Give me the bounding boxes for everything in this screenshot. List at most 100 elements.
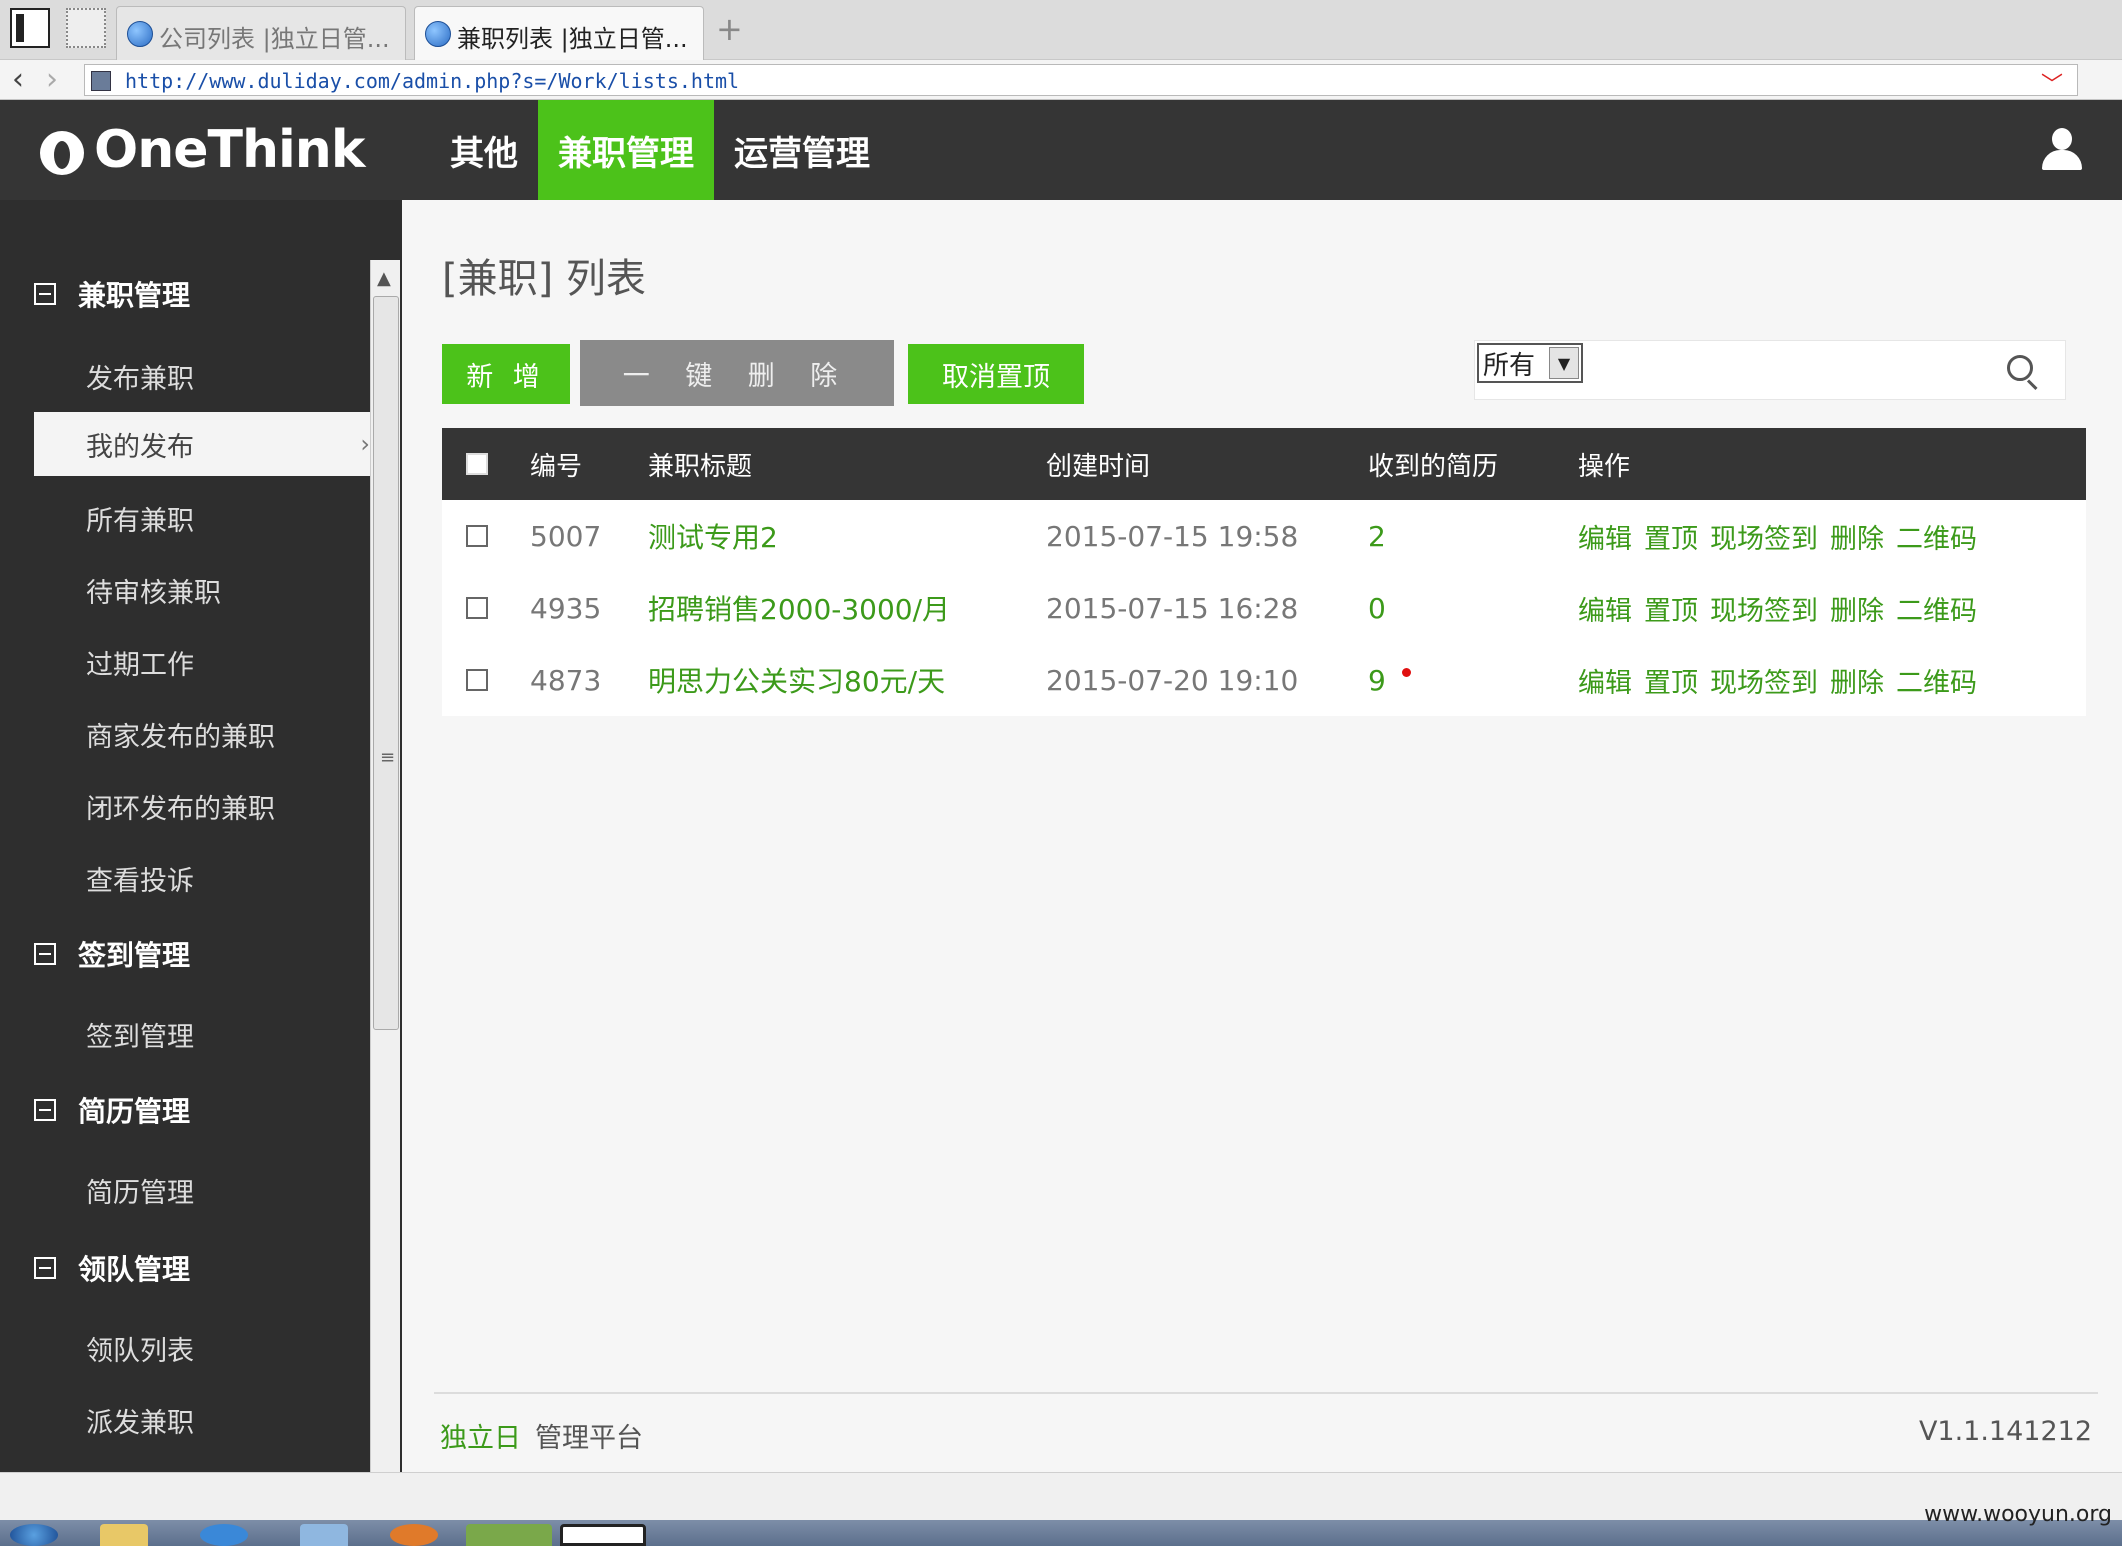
row-created: 2015-07-20 19:10 [1046,663,1299,697]
app-header: OneThink 其他 兼职管理 运营管理 [0,100,2122,200]
header-resumes: 收到的简历 [1368,451,1499,482]
sidebar-group-leader[interactable]: 领队管理 [34,1238,190,1298]
sidebar: 兼职管理 发布兼职 我的发布 › 所有兼职 待审核兼职 过期工作 商家发布的兼职… [0,200,402,1472]
delete-link[interactable]: 删除 [1830,589,1884,628]
row-actions: 编辑 置顶 现场签到 删除 二维码 [1578,644,1989,716]
row-resume-count[interactable]: 0 [1368,572,1386,644]
row-checkbox[interactable] [466,669,488,691]
back-arrow-icon[interactable]: ‹ [12,62,24,97]
pin-link[interactable]: 置顶 [1644,589,1698,628]
qrcode-link[interactable]: 二维码 [1896,589,1977,628]
row-resume-count[interactable]: 9 [1368,664,1386,697]
pin-link[interactable]: 置顶 [1644,517,1698,556]
address-bar: ‹ › http://www.duliday.com/admin.php?s=/… [0,60,2122,100]
user-icon[interactable] [2040,128,2084,172]
footer-divider [434,1392,2098,1394]
browser-tab-company-list[interactable]: 公司列表 |独立日管... [116,6,406,60]
collapse-icon [34,1257,56,1279]
delete-link[interactable]: 删除 [1830,517,1884,556]
sidebar-group-resume[interactable]: 简历管理 [34,1080,190,1140]
table-row: 5007 测试专用2 2015-07-15 19:58 2 编辑 置顶 现场签到… [442,500,2086,572]
sidebar-group-label: 领队管理 [78,1253,191,1286]
sidebar-item-publish[interactable]: 发布兼职 [34,344,370,408]
logo-text: OneThink [94,120,365,180]
nav-item-other[interactable]: 其他 [430,100,538,200]
new-tab-button[interactable]: + [716,10,743,48]
collapse-icon [34,1099,56,1121]
header-actions: 操作 [1578,451,1631,482]
chevron-right-icon: › [360,430,370,458]
main-content: [兼职] 列表 新 增 一 键 删 除 取消置顶 所有 ▼ 编号 兼职标题 创建… [402,200,2122,1472]
sidebar-scrollbar[interactable]: ▲ ≡ [370,260,400,1472]
nav-item-work-management[interactable]: 兼职管理 [538,100,714,200]
collapse-icon [34,283,56,305]
sidebar-group-work[interactable]: 兼职管理 [34,264,190,324]
sidebar-item-my-posts[interactable]: 我的发布 › [34,412,370,476]
start-menu-icon[interactable] [10,1524,58,1546]
qrcode-link[interactable]: 二维码 [1896,661,1977,700]
sidebar-toggle-icon[interactable] [10,8,50,48]
browser-tab-work-list[interactable]: 兼职列表 |独立日管... [414,6,704,60]
sidebar-item-complaints[interactable]: 查看投诉 [34,846,370,910]
row-resume-count[interactable]: 2 [1368,500,1386,572]
sidebar-menu: 兼职管理 发布兼职 我的发布 › 所有兼职 待审核兼职 过期工作 商家发布的兼职… [2,200,370,1472]
sidebar-item-dispatch[interactable]: 派发兼职 [34,1388,370,1452]
forward-arrow-icon[interactable]: › [46,62,58,97]
search-icon[interactable] [2007,355,2039,391]
row-checkbox[interactable] [466,597,488,619]
row-actions: 编辑 置顶 现场签到 删除 二维码 [1578,500,1989,572]
explorer-icon[interactable] [300,1524,348,1546]
scroll-thumb[interactable]: ≡ [373,296,399,1030]
edit-link[interactable]: 编辑 [1578,517,1632,556]
row-checkbox[interactable] [466,525,488,547]
sidebar-item-expired[interactable]: 过期工作 [34,630,370,694]
table-row: 4873 明思力公关实习80元/天 2015-07-20 19:10 9 编辑 … [442,644,2086,716]
checkin-link[interactable]: 现场签到 [1710,589,1818,628]
firefox-icon[interactable] [390,1524,438,1546]
row-id: 5007 [530,519,602,553]
untop-button[interactable]: 取消置顶 [908,344,1084,404]
sidebar-item-leader-list[interactable]: 领队列表 [34,1316,370,1380]
url-text: http://www.duliday.com/admin.php?s=/Work… [125,69,740,93]
select-all-checkbox[interactable] [466,453,488,475]
edit-link[interactable]: 编辑 [1578,589,1632,628]
sidebar-item-checkin[interactable]: 签到管理 [34,1002,370,1066]
edit-link[interactable]: 编辑 [1578,661,1632,700]
folder-icon[interactable] [100,1524,148,1546]
sidebar-group-checkin[interactable]: 签到管理 [34,924,190,984]
delete-link[interactable]: 删除 [1830,661,1884,700]
url-input[interactable]: http://www.duliday.com/admin.php?s=/Work… [84,64,2078,99]
footer-brand-link[interactable]: 独立日 [440,1423,521,1454]
sidebar-item-merchant-posts[interactable]: 商家发布的兼职 [34,702,370,766]
grip-icon: ≡ [380,747,396,768]
checkin-link[interactable]: 现场签到 [1710,661,1818,700]
scroll-up-icon[interactable]: ▲ [377,268,391,289]
row-title-link[interactable]: 测试专用2 [648,500,778,572]
pin-link[interactable]: 置顶 [1644,661,1698,700]
row-created: 2015-07-15 19:58 [1046,519,1299,553]
sidebar-item-closed-loop-posts[interactable]: 闭环发布的兼职 [34,774,370,838]
add-button[interactable]: 新 增 [442,344,570,404]
delete-all-button[interactable]: 一 键 删 除 [580,340,894,406]
row-id: 4935 [530,591,602,625]
row-title-link[interactable]: 明思力公关实习80元/天 [648,644,945,716]
filter-select[interactable]: 所有 ▼ [1477,343,1583,383]
sidebar-item-all-works[interactable]: 所有兼职 [34,486,370,550]
globe-icon [127,21,153,47]
sidebar-item-pending[interactable]: 待审核兼职 [34,558,370,622]
logo[interactable]: OneThink [36,112,365,188]
dropdown-arrow-icon: ▼ [1549,347,1579,379]
sidebar-item-label: 我的发布 [86,431,194,463]
url-dropdown-icon[interactable]: ﹀ [2041,67,2063,99]
checkin-link[interactable]: 现场签到 [1710,517,1818,556]
row-title-link[interactable]: 招聘销售2000-3000/月 [648,572,950,644]
qrcode-link[interactable]: 二维码 [1896,517,1977,556]
nav-item-operations[interactable]: 运营管理 [714,100,890,200]
sidebar-item-resume[interactable]: 简历管理 [34,1158,370,1222]
tab-overview-icon[interactable] [66,8,106,48]
header-id: 编号 [530,451,583,482]
window-icon[interactable] [560,1524,646,1546]
browser-icon[interactable] [200,1524,248,1546]
app-icon[interactable] [466,1524,552,1546]
work-table: 编号 兼职标题 创建时间 收到的简历 操作 5007 测试专用2 2015-07… [442,428,2086,716]
